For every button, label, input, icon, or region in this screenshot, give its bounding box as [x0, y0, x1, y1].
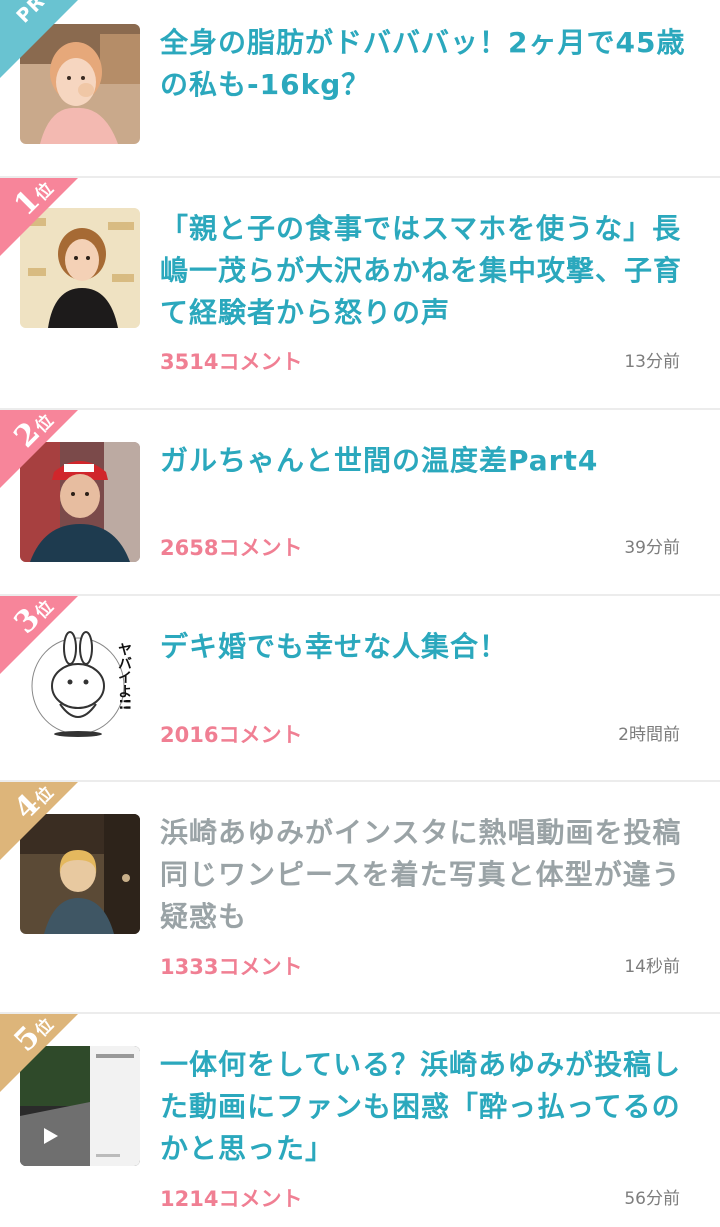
- topic-list-item[interactable]: 3位 ヤバイよ!! デキ婚でも幸せな人集合！ 2016コメント 2時間前: [0, 596, 720, 782]
- topic-list-item[interactable]: 4位 浜崎あゆみがインスタに熱唱動画を投稿 同じワンピースを着た写真と体型が違う…: [0, 782, 720, 1014]
- topic-title[interactable]: 浜崎あゆみがインスタに熱唱動画を投稿 同じワンピースを着た写真と体型が違う疑惑も: [160, 812, 709, 938]
- topic-title[interactable]: ガルちゃんと世間の温度差Part4: [160, 440, 690, 482]
- posted-time: 14秒前: [624, 957, 680, 977]
- pr-title[interactable]: 全身の脂肪がドバババッ！2ヶ月で45歳の私も-16kg？: [160, 22, 690, 106]
- comment-count: 3514コメント: [160, 350, 303, 374]
- comment-count: 1333コメント: [160, 955, 303, 979]
- sticker-caption: ヤバイよ!!: [116, 642, 132, 711]
- topic-title[interactable]: 一体何をしている？浜崎あゆみが投稿した動画にファンも困惑「酔っ払ってるのかと思っ…: [160, 1044, 690, 1170]
- topic-list-item[interactable]: 2位 ガルちゃんと世間の温度差Part4 2658コメント 39分前: [0, 410, 720, 596]
- topic-title[interactable]: 「親と子の食事ではスマホを使うな」長嶋一茂らが大沢あかねを集中攻撃、子育て経験者…: [160, 208, 690, 334]
- topic-list-item[interactable]: 5位 一体何をしている？浜崎あゆみが投稿した動画にファンも困惑「酔っ払ってるのか…: [0, 1014, 720, 1227]
- comment-count: 2016コメント: [160, 723, 303, 747]
- topic-title[interactable]: デキ婚でも幸せな人集合！: [160, 626, 690, 668]
- posted-time: 2時間前: [618, 725, 680, 745]
- posted-time: 39分前: [624, 538, 680, 558]
- posted-time: 13分前: [624, 352, 680, 372]
- topic-list-item[interactable]: 1位 「親と子の食事ではスマホを使うな」長嶋一茂らが大沢あかねを集中攻撃、子育て…: [0, 178, 720, 410]
- posted-time: 56分前: [624, 1189, 680, 1209]
- topic-ranking-list: PR 全身の脂肪がドバババッ！2ヶ月で45歳の私も-16kg？ 1位 「親と子の…: [0, 0, 720, 1227]
- comment-count: 2658コメント: [160, 536, 303, 560]
- pr-list-item[interactable]: PR 全身の脂肪がドバババッ！2ヶ月で45歳の私も-16kg？: [0, 0, 720, 178]
- comment-count: 1214コメント: [160, 1187, 303, 1211]
